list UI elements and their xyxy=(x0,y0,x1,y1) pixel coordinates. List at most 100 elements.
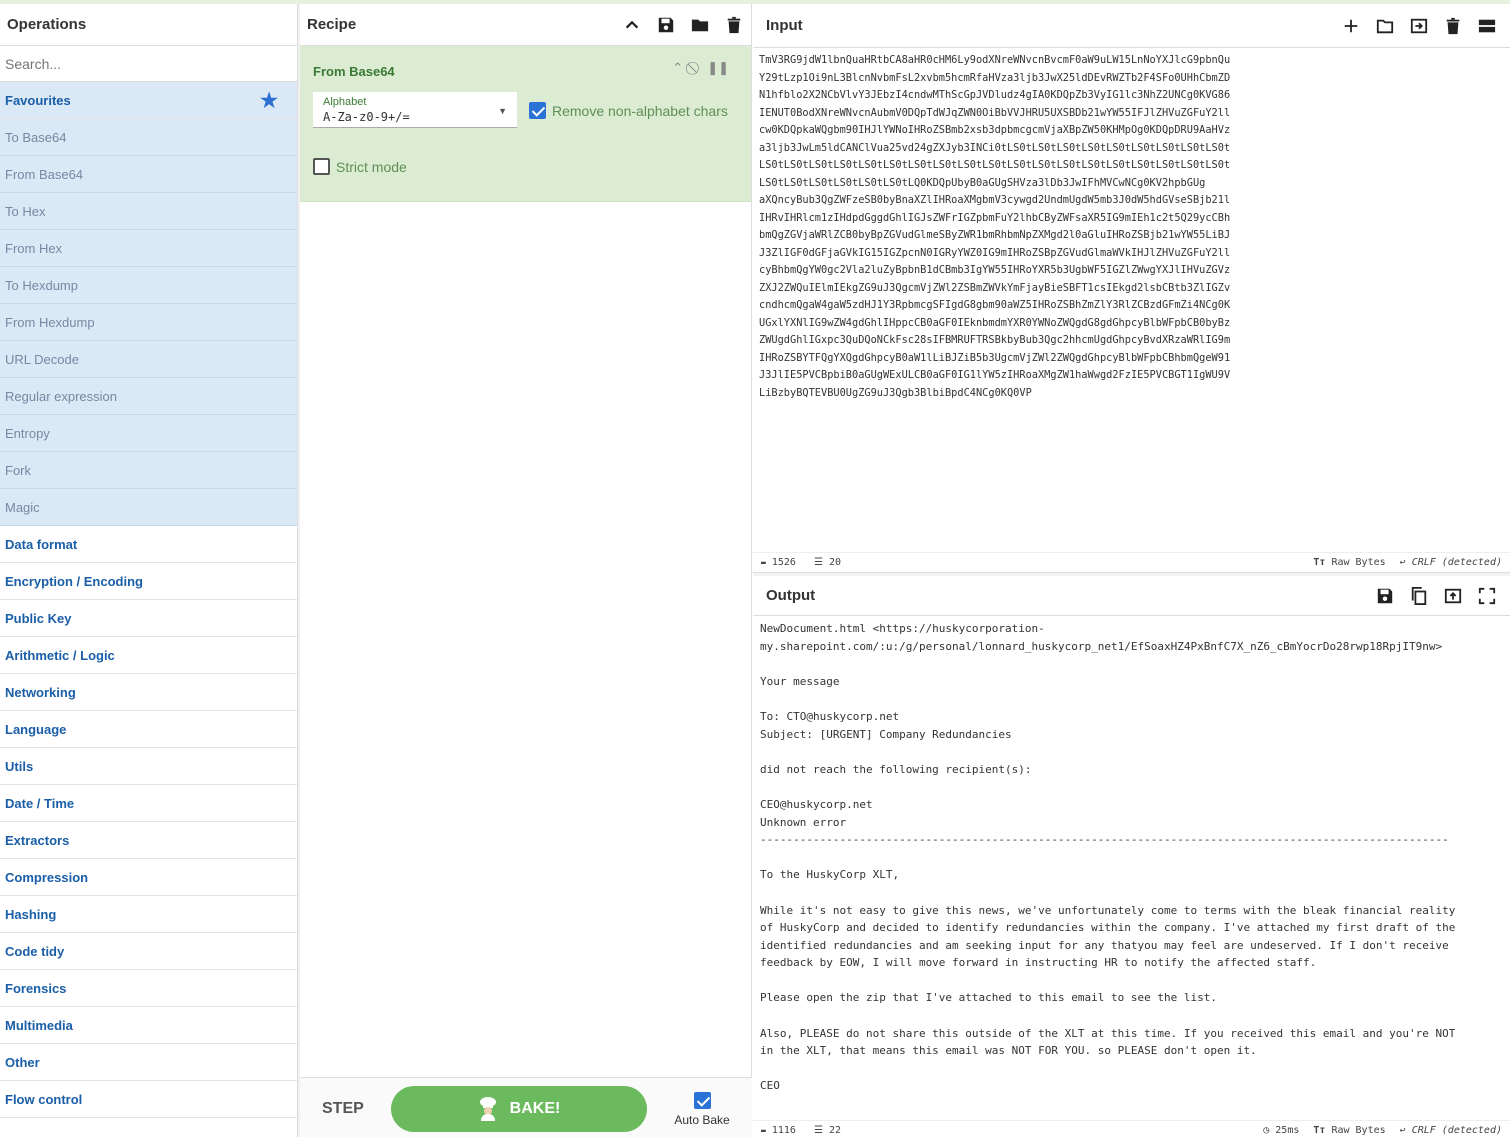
recipe-footer: STEP BAKE! Auto Bake xyxy=(300,1077,752,1137)
rec-icon: ▬ xyxy=(761,558,766,567)
copy-icon[interactable] xyxy=(1409,586,1429,606)
bake-time-label: 25ms xyxy=(1275,1125,1300,1136)
favourites-label: Favourites xyxy=(5,92,71,108)
recipe-title: Recipe xyxy=(307,16,357,33)
chevron-up-icon[interactable] xyxy=(622,15,642,35)
clear-input-icon[interactable] xyxy=(1443,16,1463,36)
maximize-icon[interactable] xyxy=(1477,586,1497,606)
output-header: Output xyxy=(753,576,1510,616)
layout-icon[interactable] xyxy=(1477,16,1497,36)
star-icon[interactable]: ★ xyxy=(260,88,278,113)
favourites-list: To Base64 From Base64 To Hex From Hex To Hex… xyxy=(0,119,297,526)
category-item[interactable]: Utils xyxy=(0,748,297,785)
open-folder-icon[interactable] xyxy=(1375,16,1395,36)
category-item[interactable]: Public Key xyxy=(0,600,297,637)
text-icon: Tт xyxy=(1313,557,1326,568)
input-char-count: 1526 xyxy=(771,557,796,568)
clock-icon: ◷ xyxy=(1263,1125,1270,1136)
alphabet-value: A-Za-z0-9+/= xyxy=(323,110,410,124)
strict-mode-label: Strict mode xyxy=(336,158,407,175)
from-base64-ingredient[interactable]: From Base64 ⌃ ⃠ ❚❚ Alphabet A-Za-z0-9+/=… xyxy=(300,46,751,202)
checkbox-checked-icon[interactable] xyxy=(693,1092,711,1109)
replace-input-icon[interactable] xyxy=(1443,586,1463,606)
category-item[interactable]: Hashing xyxy=(0,896,297,933)
save-output-icon[interactable] xyxy=(1375,586,1395,606)
category-item[interactable]: Extractors xyxy=(0,822,297,859)
add-tab-icon[interactable] xyxy=(1341,16,1361,36)
input-mode-label: Raw Bytes xyxy=(1331,557,1386,568)
operation-item[interactable]: URL Decode xyxy=(0,341,297,378)
category-item[interactable]: Date / Time xyxy=(0,785,297,822)
text-icon: Tт xyxy=(1313,1125,1326,1136)
input-eol-label: CRLF (detected) xyxy=(1411,557,1502,568)
favourites-category[interactable]: Favourites ★ xyxy=(0,82,297,119)
category-list: Data format Encryption / Encoding Public K… xyxy=(0,526,297,1118)
category-item[interactable]: Data format xyxy=(0,526,297,563)
alphabet-label: Alphabet xyxy=(323,96,367,108)
category-item[interactable]: Multimedia xyxy=(0,1007,297,1044)
checkbox-unchecked-icon[interactable] xyxy=(313,158,330,175)
step-button[interactable]: STEP xyxy=(322,1100,364,1118)
operation-item[interactable]: Fork xyxy=(0,452,297,489)
ingredient-title: From Base64 xyxy=(313,64,395,79)
category-item[interactable]: Code tidy xyxy=(0,933,297,970)
rec-icon: ▬ xyxy=(761,1126,766,1135)
output-line-count: 22 xyxy=(829,1125,842,1136)
search-box[interactable] xyxy=(0,46,297,82)
input-eol[interactable]: ↩ CRLF (detected) xyxy=(1400,557,1502,568)
collapse-icon[interactable]: ⌃ xyxy=(672,60,683,76)
lines-icon: ☰ xyxy=(814,557,823,568)
category-item[interactable]: Language xyxy=(0,711,297,748)
category-item[interactable]: Arithmetic / Logic xyxy=(0,637,297,674)
remove-nonalpha-label: Remove non-alphabet chars xyxy=(552,102,728,119)
operation-item[interactable]: From Base64 xyxy=(0,156,297,193)
operation-item[interactable]: To Hex xyxy=(0,193,297,230)
operation-item[interactable]: To Hexdump xyxy=(0,267,297,304)
checkbox-checked-icon[interactable] xyxy=(529,102,546,119)
operation-item[interactable]: Regular expression xyxy=(0,378,297,415)
lines-icon: ☰ xyxy=(814,1125,823,1136)
remove-nonalpha-checkbox[interactable]: Remove non-alphabet chars xyxy=(529,102,728,119)
auto-bake-label: Auto Bake xyxy=(674,1113,730,1127)
category-item[interactable]: Encryption / Encoding xyxy=(0,563,297,600)
input-status-bar: ▬ 1526 ☰ 20 Tт Raw Bytes ↩ CRLF (detecte… xyxy=(753,552,1510,572)
category-item[interactable]: Compression xyxy=(0,859,297,896)
chef-icon xyxy=(479,1097,496,1121)
bake-time: ◷ 25ms xyxy=(1263,1125,1299,1136)
output-mode-label: Raw Bytes xyxy=(1331,1125,1386,1136)
operation-item[interactable]: From Hex xyxy=(0,230,297,267)
input-textarea[interactable]: TmV3RG9jdW1lbnQuaHRtbCA8aHR0cHM6Ly9odXNr… xyxy=(759,52,1505,550)
category-item[interactable]: Forensics xyxy=(0,970,297,1007)
category-item[interactable]: Other xyxy=(0,1044,297,1081)
save-icon[interactable] xyxy=(656,15,676,35)
alphabet-select[interactable]: Alphabet A-Za-z0-9+/= ▼ xyxy=(313,92,517,128)
input-line-count: 20 xyxy=(829,557,842,568)
open-file-icon[interactable] xyxy=(1409,16,1429,36)
dropdown-caret-icon: ▼ xyxy=(498,106,507,116)
output-textarea[interactable]: NewDocument.html <https://huskycorporati… xyxy=(760,620,1510,1116)
folder-icon[interactable] xyxy=(690,15,710,35)
output-status-bar: ▬ 1116 ☰ 22 ◷ 25ms Tт Raw Bytes ↩ CRLF (… xyxy=(753,1120,1510,1140)
bake-button[interactable]: BAKE! xyxy=(391,1086,647,1132)
operations-title: Operations xyxy=(0,4,297,46)
operation-item[interactable]: Magic xyxy=(0,489,297,526)
output-mode[interactable]: Tт Raw Bytes xyxy=(1313,1125,1385,1136)
pause-icon[interactable]: ❚❚ xyxy=(707,60,729,76)
auto-bake-checkbox[interactable]: Auto Bake xyxy=(674,1092,730,1127)
search-input[interactable] xyxy=(5,55,292,72)
operations-panel: Operations Favourites ★ To Base64From Ba… xyxy=(0,4,298,1137)
recipe-panel: Recipe From Base64 ⌃ ⃠ ❚❚ Alphabet A-Za-… xyxy=(300,4,752,1137)
trash-icon[interactable] xyxy=(724,15,744,35)
operation-item[interactable]: From Hexdump xyxy=(0,304,297,341)
category-item[interactable]: Flow control xyxy=(0,1081,297,1118)
category-item[interactable]: Networking xyxy=(0,674,297,711)
output-char-count: 1116 xyxy=(771,1125,796,1136)
input-mode[interactable]: Tт Raw Bytes xyxy=(1313,557,1385,568)
operation-item[interactable]: Entropy xyxy=(0,415,297,452)
strict-mode-checkbox[interactable]: Strict mode xyxy=(313,158,407,175)
operation-item[interactable]: To Base64 xyxy=(0,119,297,156)
recipe-header: Recipe xyxy=(300,4,751,46)
input-title: Input xyxy=(766,17,803,34)
output-eol[interactable]: ↩ CRLF (detected) xyxy=(1400,1125,1502,1136)
bake-label: BAKE! xyxy=(509,1100,561,1117)
